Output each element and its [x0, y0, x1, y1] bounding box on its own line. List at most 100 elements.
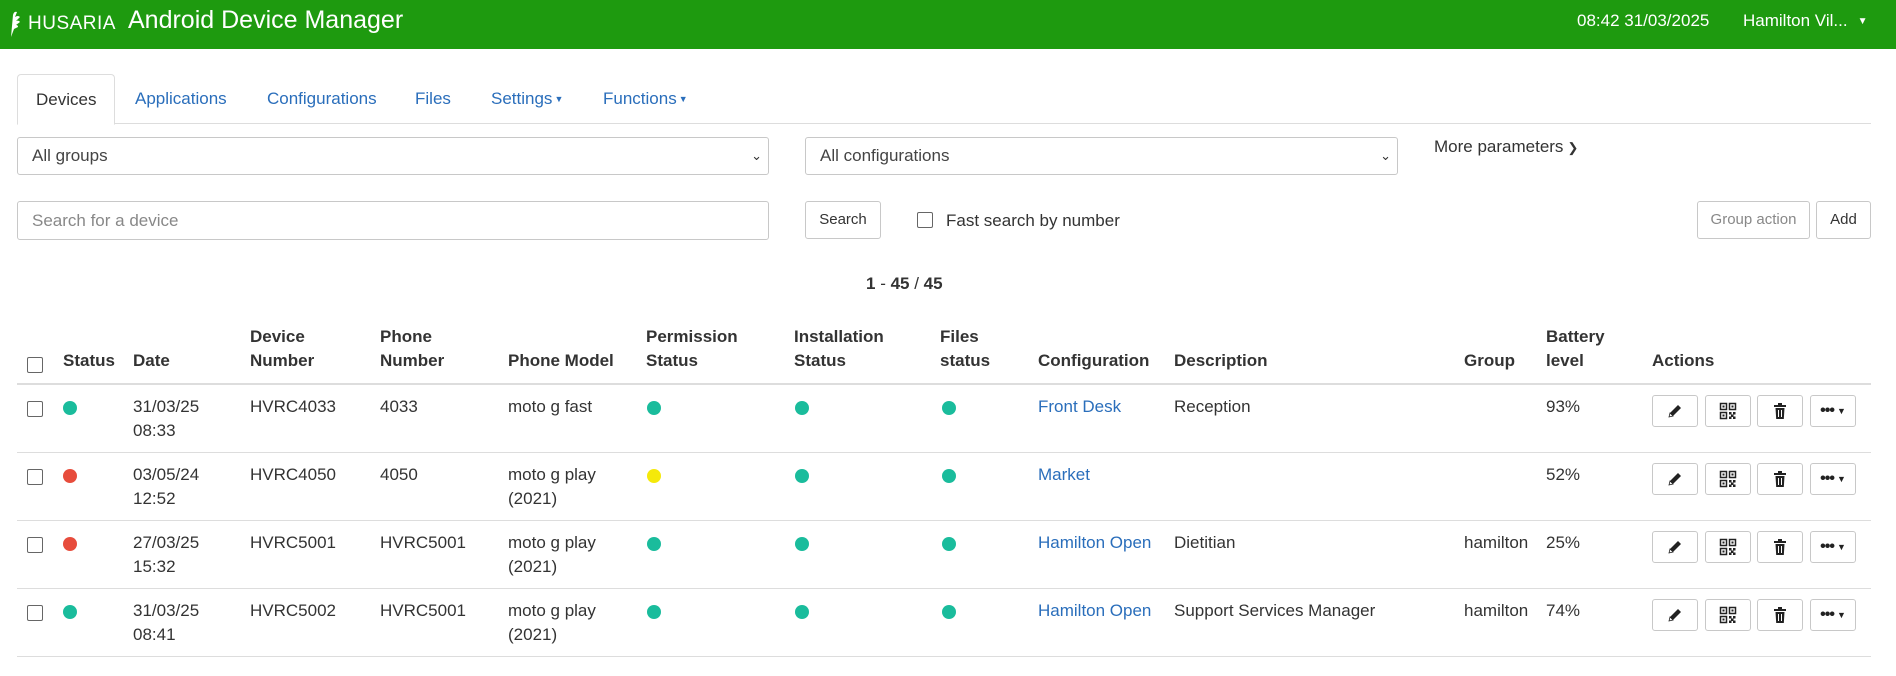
delete-button[interactable]: [1757, 463, 1803, 495]
caret-down-icon: ▼: [1836, 474, 1846, 484]
col-battery-level[interactable]: Battery level: [1546, 325, 1605, 373]
wing-icon: [11, 11, 20, 38]
inst-indicator: [795, 469, 809, 483]
caret-down-icon: ▼: [554, 94, 564, 105]
col-files-status[interactable]: Files status: [940, 325, 990, 373]
brand-name: HUSARIA: [28, 13, 116, 34]
pencil-icon: [1666, 402, 1684, 420]
tab-devices[interactable]: Devices: [17, 74, 116, 125]
ellipsis-icon: •••: [1820, 470, 1835, 487]
cell-phone-model: moto g play (2021): [508, 463, 596, 511]
caret-down-icon: ▼: [1836, 610, 1846, 620]
model-line: moto g play: [508, 601, 596, 620]
cell-phone-model: moto g play (2021): [508, 531, 596, 579]
edit-button[interactable]: [1652, 599, 1698, 631]
edit-button[interactable]: [1652, 395, 1698, 427]
device-search-input[interactable]: [17, 201, 769, 240]
tab-applications[interactable]: Applications: [135, 74, 227, 122]
delete-button[interactable]: [1757, 395, 1803, 427]
caret-down-icon: ▼: [1836, 542, 1846, 552]
row-checkbox[interactable]: [27, 537, 43, 553]
more-actions-button[interactable]: ••• ▼: [1810, 599, 1856, 631]
select-all-checkbox[interactable]: [27, 357, 43, 373]
qr-code-button[interactable]: [1705, 463, 1751, 495]
configuration-link[interactable]: Market: [1038, 463, 1090, 487]
tab-label: Functions: [603, 89, 677, 108]
perm-indicator: [647, 401, 661, 415]
col-phone-number[interactable]: Phone Number: [380, 325, 444, 373]
configuration-link[interactable]: Hamilton Open: [1038, 531, 1151, 555]
qr-code-button[interactable]: [1705, 599, 1751, 631]
cell-phone-model: moto g fast: [508, 395, 592, 419]
user-menu[interactable]: Hamilton Vil... ▼: [1743, 11, 1867, 31]
col-permission-status[interactable]: Permission Status: [646, 325, 738, 373]
tab-files[interactable]: Files: [415, 74, 451, 122]
tab-settings[interactable]: Settings ▼: [491, 74, 563, 122]
more-actions-button[interactable]: ••• ▼: [1810, 395, 1856, 427]
table-header-divider: [17, 383, 1871, 385]
col-device-number[interactable]: Device Number: [250, 325, 314, 373]
configuration-select-value: All configurations: [820, 146, 950, 165]
pagination-summary: 1 - 45 / 45: [866, 274, 943, 293]
configuration-select[interactable]: All configurations ⌄: [805, 137, 1398, 175]
row-checkbox[interactable]: [27, 401, 43, 417]
col-label: Number: [380, 351, 445, 370]
tab-functions[interactable]: Functions ▼: [603, 74, 688, 122]
col-status[interactable]: Status: [63, 349, 115, 373]
trash-icon: [1771, 470, 1789, 488]
configuration-link[interactable]: Front Desk: [1038, 395, 1121, 419]
tab-label: Configurations: [267, 89, 377, 108]
cell-battery-level: 93%: [1546, 397, 1581, 416]
search-button[interactable]: Search: [805, 201, 881, 239]
trash-icon: [1771, 538, 1789, 556]
more-actions-button[interactable]: ••• ▼: [1810, 463, 1856, 495]
edit-button[interactable]: [1652, 531, 1698, 563]
row-checkbox[interactable]: [27, 605, 43, 621]
fast-search-checkbox[interactable]: [917, 212, 933, 228]
col-date[interactable]: Date: [133, 349, 170, 373]
tab-configurations[interactable]: Configurations: [267, 74, 377, 122]
brand-logo[interactable]: HUSARIA: [8, 8, 116, 40]
col-description[interactable]: Description: [1174, 349, 1268, 373]
cell-phone-number: HVRC5001: [380, 601, 466, 620]
model-line: moto g play: [508, 533, 596, 552]
date-time: 08:33: [133, 421, 176, 440]
model-line: moto g fast: [508, 397, 593, 416]
delete-button[interactable]: [1757, 531, 1803, 563]
cell-group: hamilton: [1464, 601, 1529, 620]
configuration-link[interactable]: Hamilton Open: [1038, 599, 1151, 623]
date-time: 15:32: [133, 557, 176, 576]
more-parameters-toggle[interactable]: More parameters ❯: [1434, 137, 1578, 157]
tab-label: Settings: [491, 89, 553, 108]
cell-date: 31/03/25 08:33: [133, 395, 199, 443]
pencil-icon: [1666, 470, 1684, 488]
pager-total: 45: [923, 274, 943, 293]
perm-indicator: [647, 605, 661, 619]
cell-date: 31/03/25 08:41: [133, 599, 199, 647]
delete-button[interactable]: [1757, 599, 1803, 631]
caret-down-icon: ▼: [1857, 15, 1868, 27]
row-checkbox[interactable]: [27, 469, 43, 485]
perm-indicator: [647, 537, 661, 551]
col-label: Files: [940, 327, 979, 346]
col-installation-status[interactable]: Installation Status: [794, 325, 884, 373]
col-configuration[interactable]: Configuration: [1038, 349, 1149, 373]
qr-code-button[interactable]: [1705, 395, 1751, 427]
group-select[interactable]: All groups ⌄: [17, 137, 769, 175]
tab-label: Devices: [36, 90, 97, 109]
more-actions-button[interactable]: ••• ▼: [1810, 531, 1856, 563]
col-phone-model[interactable]: Phone Model: [508, 349, 614, 373]
col-group[interactable]: Group: [1464, 349, 1515, 373]
edit-button[interactable]: [1652, 463, 1698, 495]
status-indicator: [63, 401, 77, 415]
group-select-value: All groups: [32, 146, 108, 165]
date-time: 08:41: [133, 625, 176, 644]
add-button[interactable]: Add: [1816, 201, 1871, 239]
col-label: Phone: [380, 327, 432, 346]
cell-group: hamilton: [1464, 533, 1529, 552]
chevron-down-icon: ⌄: [751, 148, 762, 163]
cell-date: 03/05/24 12:52: [133, 463, 199, 511]
col-label: Battery: [1546, 327, 1605, 346]
qr-code-button[interactable]: [1705, 531, 1751, 563]
group-action-button[interactable]: Group action: [1697, 201, 1810, 239]
